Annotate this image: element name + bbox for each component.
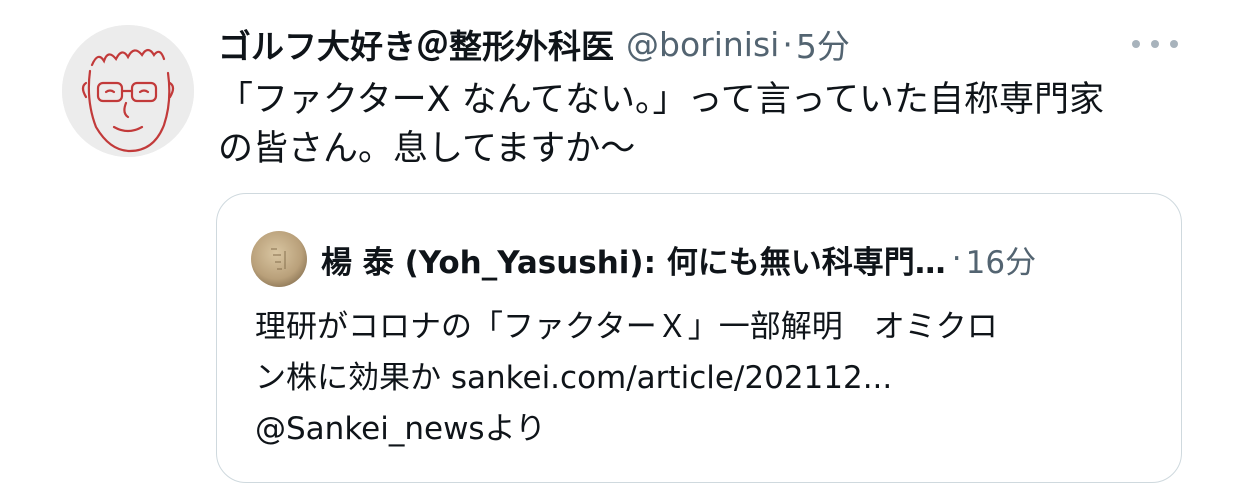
more-options-icon[interactable] bbox=[1132, 32, 1178, 56]
quoted-text-line: @Sankei_newsより bbox=[255, 411, 546, 447]
quoted-avatar[interactable] bbox=[251, 231, 307, 287]
display-name[interactable]: ゴルフ大好き＠整形外科医 bbox=[218, 20, 614, 68]
quoted-text-line: ン株に効果か sankei.com/article/202112... bbox=[255, 360, 893, 396]
more-dot bbox=[1170, 40, 1178, 48]
timestamp[interactable]: 5分 bbox=[796, 20, 850, 68]
tweet-text: 「ファクターX なんてない。」って言っていた自称専門家 の皆さん。息してますか〜 bbox=[218, 76, 1178, 174]
separator-dot: · bbox=[782, 24, 793, 64]
more-dot bbox=[1132, 40, 1140, 48]
more-dot bbox=[1151, 40, 1159, 48]
quoted-tweet-text: 理研がコロナの「ファクターＸ」一部解明 オミクロ ン株に効果か sankei.c… bbox=[255, 302, 1155, 455]
separator-dot: · bbox=[951, 241, 962, 277]
quoted-timestamp[interactable]: 16分 bbox=[966, 237, 1036, 282]
user-handle[interactable]: @borinisi bbox=[626, 25, 779, 64]
tweet-text-line: 「ファクターX なんてない。」って言っていた自称専門家 bbox=[218, 80, 1104, 120]
tweet-header: ゴルフ大好き＠整形外科医 @borinisi · 5分 bbox=[218, 20, 850, 68]
pill-photo-avatar-icon bbox=[251, 231, 307, 287]
hand-drawn-face-avatar-icon bbox=[62, 25, 194, 157]
avatar[interactable] bbox=[62, 25, 194, 157]
quoted-tweet-card[interactable]: 楊 泰 (Yoh_Yasushi): 何にも無い科専門… · 16分 理研がコロ… bbox=[216, 193, 1182, 483]
quoted-tweet-header: 楊 泰 (Yoh_Yasushi): 何にも無い科専門… · 16分 bbox=[251, 230, 1036, 288]
quoted-display-name[interactable]: 楊 泰 (Yoh_Yasushi): 何にも無い科専門… bbox=[321, 237, 946, 282]
tweet-text-line: の皆さん。息してますか〜 bbox=[218, 129, 636, 169]
quoted-text-line: 理研がコロナの「ファクターＸ」一部解明 オミクロ bbox=[255, 309, 998, 345]
